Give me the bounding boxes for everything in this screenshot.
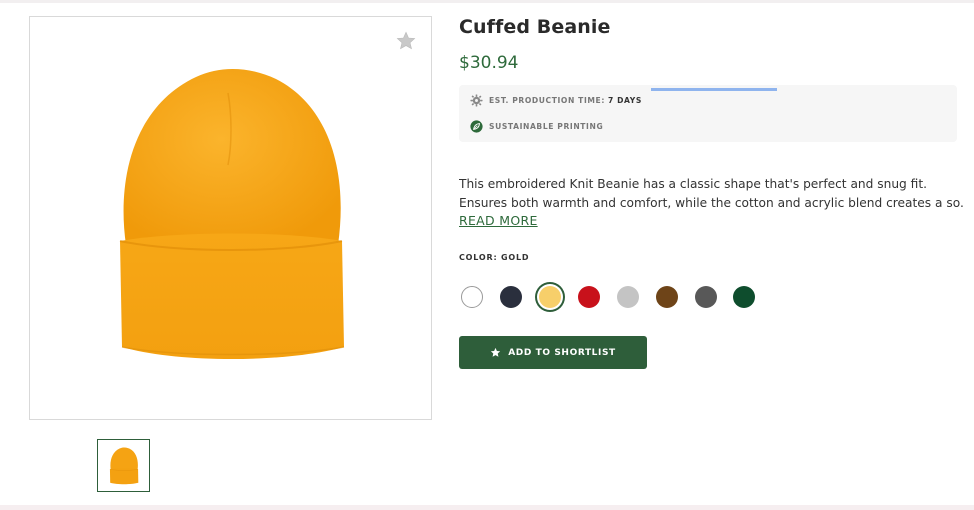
sustainable-printing-label: SUSTAINABLE PRINTING <box>489 121 604 131</box>
product-thumbnail[interactable] <box>97 439 150 492</box>
favorite-star-icon[interactable] <box>395 30 417 52</box>
production-time-row: EST. PRODUCTION TIME: 7 DAYS <box>470 93 642 107</box>
swatch-charcoal[interactable] <box>695 286 717 308</box>
bottom-divider <box>0 505 974 510</box>
star-icon <box>491 347 501 357</box>
product-description: This embroidered Knit Beanie has a class… <box>459 175 964 213</box>
swatch-red[interactable] <box>578 286 600 308</box>
production-time-label: EST. PRODUCTION TIME: <box>489 95 605 105</box>
description-line-1: This embroidered Knit Beanie has a class… <box>459 177 927 191</box>
top-divider <box>0 0 974 3</box>
product-price: $30.94 <box>459 53 519 73</box>
product-image[interactable] <box>116 65 346 365</box>
add-to-shortlist-button[interactable]: ADD TO SHORTLIST <box>459 336 647 369</box>
thumbnail-image <box>109 447 139 485</box>
leaf-icon <box>470 119 483 133</box>
shortlist-label: ADD TO SHORTLIST <box>508 347 616 358</box>
swatch-forest[interactable] <box>733 286 755 308</box>
swatch-silver[interactable] <box>617 286 639 308</box>
gear-icon <box>470 93 483 107</box>
swatch-navy[interactable] <box>500 286 522 308</box>
swatch-brown[interactable] <box>656 286 678 308</box>
product-image-frame <box>29 16 432 420</box>
read-more-link[interactable]: READ MORE <box>459 213 538 228</box>
swatch-white[interactable] <box>461 286 483 308</box>
production-info-box: EST. PRODUCTION TIME: 7 DAYS SUSTAINABLE… <box>459 85 957 142</box>
color-label: COLOR: GOLD <box>459 253 530 262</box>
product-title: Cuffed Beanie <box>459 16 611 38</box>
production-time-value: 7 DAYS <box>607 95 642 105</box>
swatch-gold[interactable] <box>539 286 561 308</box>
description-line-2: Ensures both warmth and comfort, while t… <box>459 196 964 210</box>
sustainable-printing-row: SUSTAINABLE PRINTING <box>470 119 603 133</box>
loading-indicator <box>651 88 777 91</box>
